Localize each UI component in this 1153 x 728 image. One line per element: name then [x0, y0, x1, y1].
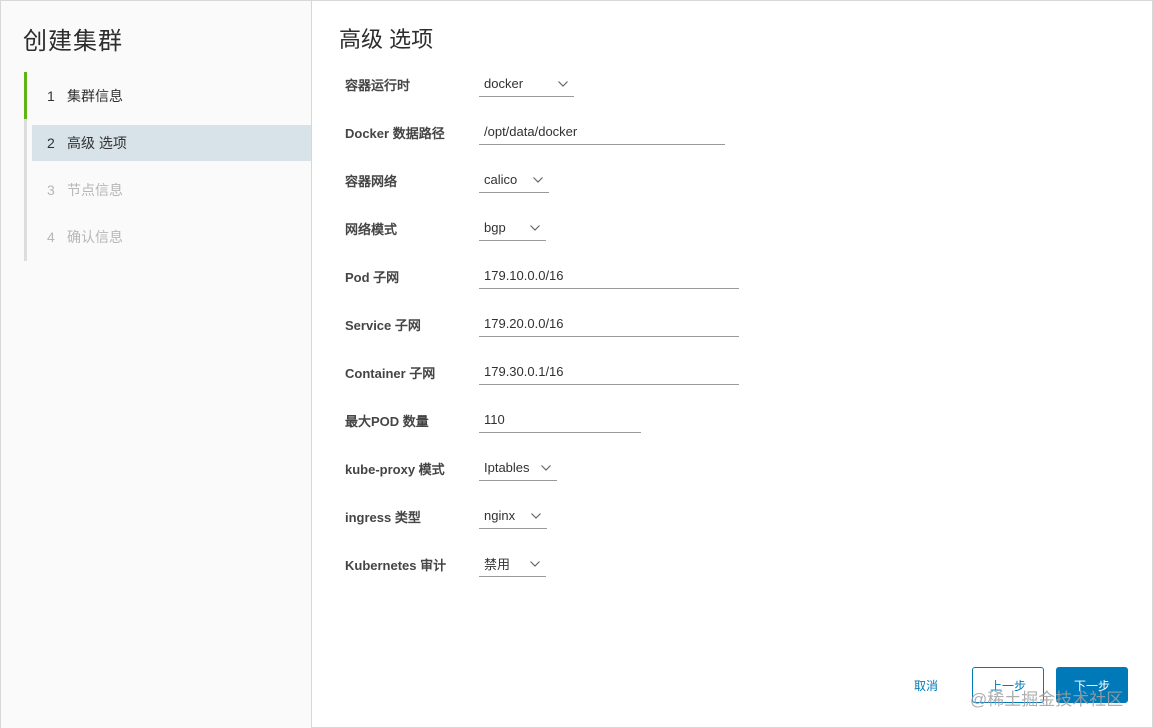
docker-path-input[interactable]: /opt/data/docker	[479, 119, 725, 145]
form-row-pod-subnet: Pod 子网 179.10.0.0/16	[345, 263, 1125, 293]
container-runtime-select[interactable]: docker	[479, 71, 574, 97]
step-track-progress	[24, 72, 27, 119]
chevron-down-icon	[530, 559, 540, 569]
step-number: 1	[47, 88, 55, 104]
chevron-down-icon	[558, 79, 568, 89]
field-label: Container 子网	[345, 366, 436, 381]
form-row-ingress-type: ingress 类型 nginx	[345, 503, 1125, 533]
step-number: 4	[47, 229, 55, 245]
step-confirm-info: 4 确认信息	[32, 219, 311, 255]
step-number: 2	[47, 135, 55, 151]
select-value: Iptables	[484, 460, 530, 475]
service-subnet-input[interactable]: 179.20.0.0/16	[479, 311, 739, 337]
select-value: 禁用	[484, 557, 511, 572]
watermark: @稀土掘金技术社区	[970, 690, 1124, 709]
wizard-main: 高级 选项 容器运行时 docker Docker 数据路径 /opt/data…	[313, 1, 1153, 728]
form-row-kube-proxy-mode: kube-proxy 模式 Iptables	[345, 455, 1125, 485]
field-label: Service 子网	[345, 318, 421, 333]
cancel-button[interactable]: 取消	[900, 667, 952, 703]
network-mode-select[interactable]: bgp	[479, 215, 546, 241]
ingress-type-select[interactable]: nginx	[479, 503, 547, 529]
select-value: docker	[484, 76, 524, 91]
select-value: nginx	[484, 508, 516, 523]
field-label: Pod 子网	[345, 270, 400, 285]
step-label: 高级 选项	[67, 135, 127, 151]
form-row-container-subnet: Container 子网 179.30.0.1/16	[345, 359, 1125, 389]
field-label: 最大POD 数量	[345, 414, 429, 429]
step-node-info: 3 节点信息	[32, 172, 311, 208]
chevron-down-icon	[541, 463, 551, 473]
step-label: 确认信息	[67, 229, 123, 245]
form-row-k8s-audit: Kubernetes 审计 禁用	[345, 551, 1125, 581]
field-label: 容器网络	[345, 174, 398, 189]
field-label: Docker 数据路径	[345, 126, 445, 141]
field-label: 容器运行时	[345, 78, 411, 93]
field-label: Kubernetes 审计	[345, 558, 447, 573]
form-row-container-runtime: 容器运行时 docker	[345, 71, 1125, 101]
form-row-max-pods: 最大POD 数量 110	[345, 407, 1125, 437]
chevron-down-icon	[533, 175, 543, 185]
select-value: bgp	[484, 220, 506, 235]
wizard-title: 创建集群	[23, 28, 123, 55]
field-label: kube-proxy 模式	[345, 462, 445, 477]
form-row-container-network: 容器网络 calico	[345, 167, 1125, 197]
wizard-sidebar: 创建集群 1 集群信息 2 高级 选项 3 节点信息 4 确认信息	[1, 1, 312, 728]
container-subnet-input[interactable]: 179.30.0.1/16	[479, 359, 739, 385]
chevron-down-icon	[530, 223, 540, 233]
field-label: ingress 类型	[345, 510, 421, 525]
step-label: 集群信息	[67, 88, 123, 104]
container-network-select[interactable]: calico	[479, 167, 549, 193]
page-title: 高级 选项	[339, 27, 434, 52]
step-advanced-options[interactable]: 2 高级 选项	[32, 125, 311, 161]
chevron-down-icon	[531, 511, 541, 521]
step-label: 节点信息	[67, 182, 123, 198]
form-row-network-mode: 网络模式 bgp	[345, 215, 1125, 245]
kube-proxy-mode-select[interactable]: Iptables	[479, 455, 557, 481]
form-row-docker-path: Docker 数据路径 /opt/data/docker	[345, 119, 1125, 149]
select-value: calico	[484, 172, 518, 187]
pod-subnet-input[interactable]: 179.10.0.0/16	[479, 263, 739, 289]
step-number: 3	[47, 182, 55, 198]
k8s-audit-select[interactable]: 禁用	[479, 551, 546, 577]
step-cluster-info[interactable]: 1 集群信息	[32, 78, 311, 114]
wizard-modal: 创建集群 1 集群信息 2 高级 选项 3 节点信息 4 确认信息 高级 选项	[0, 0, 1153, 728]
field-label: 网络模式	[345, 222, 398, 237]
form-row-service-subnet: Service 子网 179.20.0.0/16	[345, 311, 1125, 341]
max-pods-input[interactable]: 110	[479, 407, 641, 433]
